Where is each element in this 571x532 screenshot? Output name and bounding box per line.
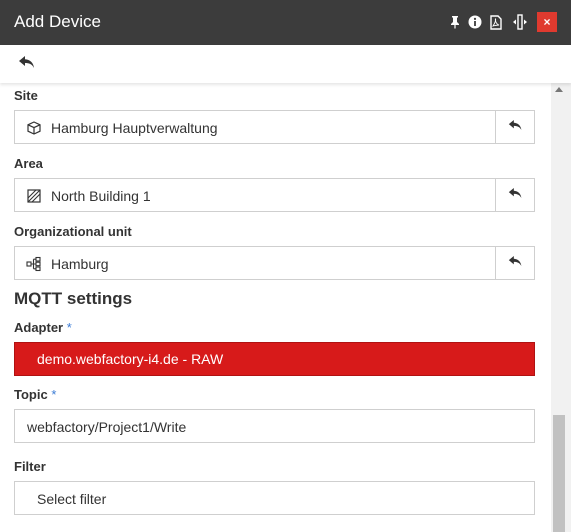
filter-placeholder: Select filter	[37, 491, 107, 507]
toolbar	[0, 45, 571, 83]
window-titlebar: Add Device ×	[0, 0, 571, 45]
filter-select[interactable]: Select filter	[14, 481, 535, 515]
mqtt-settings-heading: MQTT settings	[14, 289, 133, 308]
resize-icon[interactable]	[511, 13, 529, 31]
required-marker: *	[51, 387, 57, 402]
scroll-up-arrow[interactable]	[555, 87, 563, 92]
adapter-value: demo.webfactory-i4.de - RAW	[37, 351, 224, 367]
cube-icon	[26, 120, 42, 136]
undo-icon[interactable]	[18, 55, 38, 73]
site-field[interactable]: Hamburg Hauptverwaltung	[14, 110, 496, 144]
area-field[interactable]: North Building 1	[14, 178, 496, 212]
site-value: Hamburg Hauptverwaltung	[51, 120, 218, 136]
topic-label-text: Topic	[14, 387, 48, 402]
org-unit-field[interactable]: Hamburg	[14, 246, 496, 280]
info-icon[interactable]	[466, 13, 484, 31]
window-title: Add Device	[14, 12, 101, 31]
site-label: Site	[14, 88, 38, 103]
undo-icon	[508, 186, 523, 204]
area-icon	[26, 188, 42, 204]
filter-label: Filter	[14, 459, 46, 474]
area-reset-button[interactable]	[495, 178, 535, 212]
undo-icon	[508, 118, 523, 136]
topic-value: webfactory/Project1/Write	[27, 419, 187, 435]
close-button[interactable]: ×	[537, 12, 557, 32]
pin-icon[interactable]	[446, 13, 464, 31]
undo-icon	[508, 254, 523, 272]
adapter-label: Adapter *	[14, 320, 72, 335]
scrollbar[interactable]	[551, 83, 571, 532]
pdf-icon[interactable]	[487, 13, 505, 31]
topic-label: Topic *	[14, 387, 56, 402]
site-reset-button[interactable]	[495, 110, 535, 144]
org-unit-label: Organizational unit	[14, 224, 132, 239]
org-unit-value: Hamburg	[51, 256, 109, 272]
area-value: North Building 1	[51, 188, 151, 204]
close-icon: ×	[543, 15, 551, 29]
org-unit-reset-button[interactable]	[495, 246, 535, 280]
area-label: Area	[14, 156, 43, 171]
scrollbar-thumb[interactable]	[553, 415, 565, 532]
required-marker: *	[66, 320, 72, 335]
hierarchy-icon	[26, 256, 42, 272]
topic-input[interactable]: webfactory/Project1/Write	[14, 409, 535, 443]
adapter-select[interactable]: demo.webfactory-i4.de - RAW	[14, 342, 535, 376]
adapter-label-text: Adapter	[14, 320, 64, 335]
